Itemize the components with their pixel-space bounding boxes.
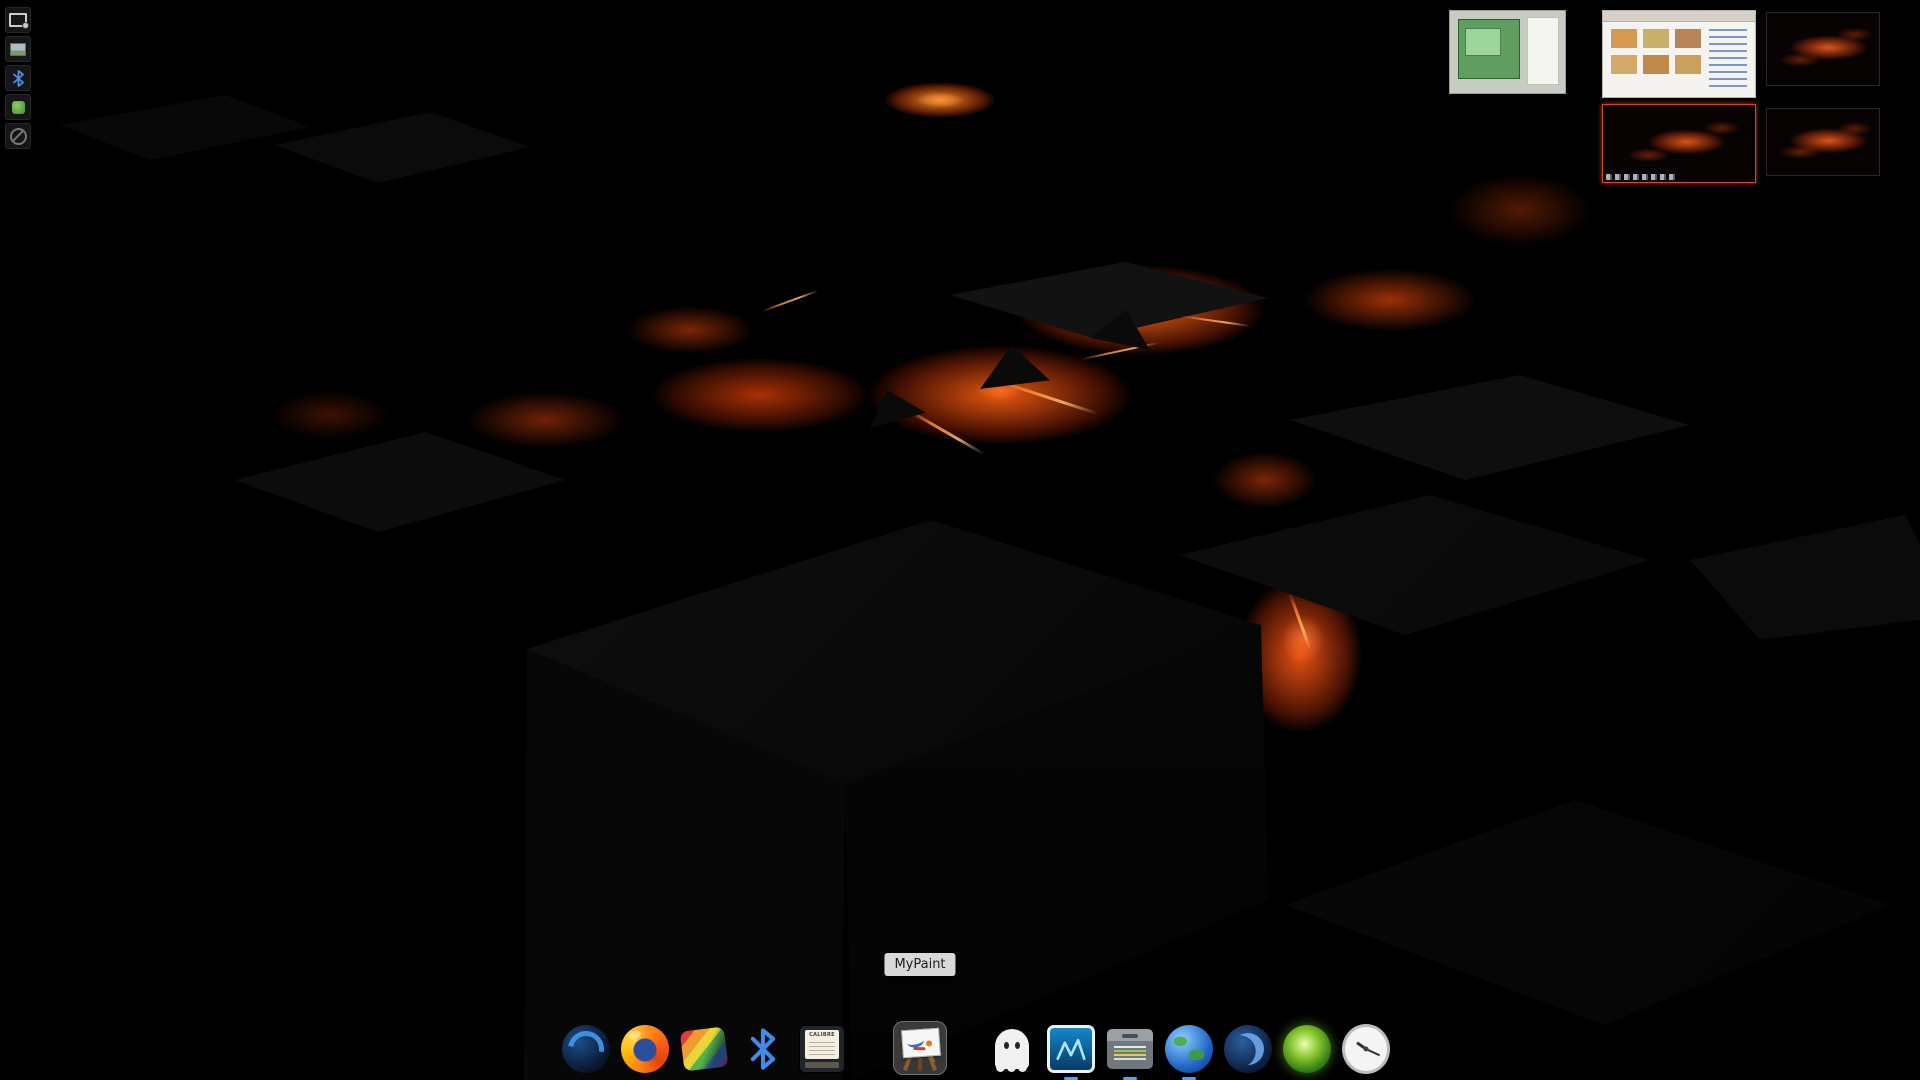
dock-item-firefox[interactable] (619, 1023, 671, 1075)
green-glyph (11, 100, 25, 114)
dock: CALIBRE MyPaint (560, 953, 1392, 1075)
thumbnail-image (1675, 55, 1701, 74)
workspace-thumbnail-browser[interactable] (1602, 10, 1756, 98)
system-monitor-icon (1047, 1025, 1095, 1073)
calibre-label: CALIBRE (809, 1032, 835, 1038)
ghost-app-icon (995, 1029, 1029, 1072)
bluetooth-icon (739, 1025, 787, 1073)
dock-item-calibre[interactable]: CALIBRE (796, 1023, 848, 1075)
calibre-screen: CALIBRE (805, 1030, 839, 1059)
thumbnail-image (1643, 55, 1669, 74)
clock-icon (1342, 1024, 1390, 1074)
dock-item-ghost-app[interactable] (986, 1023, 1038, 1075)
archive-stripes (1114, 1046, 1146, 1061)
easel-leg (918, 1055, 922, 1071)
dock-item-mypaint[interactable]: MyPaint (884, 953, 956, 1075)
clock-center (1363, 1046, 1369, 1052)
thumbnail-window (1458, 19, 1520, 79)
workspace-thumbnail-desktop-1[interactable] (1766, 12, 1880, 86)
thumbnail-toolbar (1603, 11, 1755, 22)
thumbnail-image (1643, 29, 1669, 48)
picture-glyph (10, 42, 26, 56)
dock-item-blue-swirl-browser[interactable] (560, 1023, 612, 1075)
ghost-foot (996, 1063, 1005, 1072)
ghost-foot (1007, 1063, 1016, 1072)
bluetooth-icon[interactable] (5, 65, 31, 91)
thumbnail-document (1527, 17, 1559, 85)
display-glyph (9, 13, 29, 29)
thumbnail-taskbar (1606, 174, 1678, 180)
dock-item-system-monitor[interactable] (1045, 1023, 1097, 1075)
blue-orb-app-icon (1224, 1025, 1272, 1073)
firefox-icon (621, 1025, 669, 1073)
bluetooth-glyph (12, 69, 24, 87)
mypaint-tooltip: MyPaint (884, 953, 956, 976)
calibre-icon: CALIBRE (799, 1025, 845, 1073)
screenshot-tool-icon[interactable] (5, 7, 31, 33)
dock-item-archive-manager[interactable] (1104, 1023, 1156, 1075)
software-update-icon[interactable] (5, 94, 31, 120)
status-panel (5, 7, 31, 149)
desktop: CALIBRE MyPaint (0, 0, 1920, 1080)
network-disabled-icon[interactable] (5, 123, 31, 149)
blue-swirl-browser-icon (562, 1025, 610, 1073)
dock-item-web-globe[interactable] (1163, 1023, 1215, 1075)
photos-rainbow-icon (679, 1026, 729, 1072)
workspace-thumbnail-desktop-2[interactable] (1766, 108, 1880, 176)
workspace-thumbnail-green-window[interactable] (1449, 10, 1566, 94)
paint-stroke (925, 1040, 933, 1047)
ghost-foot (1018, 1063, 1027, 1072)
archive-manager-icon (1107, 1029, 1153, 1069)
dock-item-bluetooth[interactable] (737, 1023, 789, 1075)
mypaint-icon (896, 1024, 944, 1072)
green-orb-app-icon (1283, 1025, 1331, 1073)
thumbnail-image (1611, 29, 1637, 48)
thumbnail-image (1611, 55, 1637, 74)
dock-item-blue-orb[interactable] (1222, 1023, 1274, 1075)
paint-stroke (913, 1046, 926, 1051)
web-globe-icon (1165, 1025, 1213, 1073)
calibre-text-lines (809, 1042, 835, 1057)
easel-canvas (901, 1027, 941, 1059)
workspace-thumbnail-active[interactable] (1602, 104, 1756, 183)
dock-item-clock[interactable] (1340, 1023, 1392, 1075)
dock-item-green-orb[interactable] (1281, 1023, 1333, 1075)
thumbnail-image (1675, 29, 1701, 48)
dock-item-photos[interactable] (678, 1023, 730, 1075)
disabled-glyph (9, 127, 27, 145)
thumbnail-text-lines (1709, 29, 1747, 87)
image-viewer-icon[interactable] (5, 36, 31, 62)
calibre-base (805, 1062, 839, 1068)
